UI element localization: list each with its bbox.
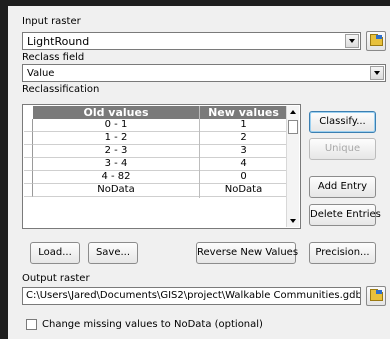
table-header: Old values New values: [33, 106, 287, 119]
row-selector[interactable]: [24, 158, 33, 171]
new-value-cell[interactable]: NoData: [200, 184, 287, 196]
old-value-cell[interactable]: 2 - 3: [33, 145, 199, 157]
missing-nodata-checkbox[interactable]: [26, 319, 37, 330]
classify-button[interactable]: Classify...: [309, 111, 376, 133]
output-raster-label: Output raster: [22, 273, 90, 284]
input-raster-label: Input raster: [22, 16, 81, 27]
reclassification-label: Reclassification: [22, 84, 100, 95]
table-row[interactable]: 2 - 3 3: [33, 145, 287, 158]
table-row[interactable]: 3 - 4 4: [33, 158, 287, 171]
column-header-old-values[interactable]: Old values: [33, 106, 199, 119]
row-selector[interactable]: [24, 145, 33, 158]
input-raster-browse-button[interactable]: [366, 31, 386, 51]
folder-open-icon: [370, 289, 383, 301]
unique-button[interactable]: Unique: [309, 138, 376, 160]
old-value-cell[interactable]: 1 - 2: [33, 132, 199, 144]
input-raster-value: LightRound: [27, 35, 90, 48]
old-value-cell[interactable]: 3 - 4: [33, 158, 199, 170]
row-selector[interactable]: [24, 184, 33, 197]
table-scrollbar[interactable]: [286, 106, 299, 227]
row-selector[interactable]: [24, 132, 33, 145]
output-raster-input[interactable]: C:\Users\Jared\Documents\GIS2\project\Wa…: [22, 287, 361, 305]
reclass-field-combobox[interactable]: Value: [22, 64, 386, 82]
output-raster-browse-button[interactable]: [366, 286, 386, 306]
column-header-new-values[interactable]: New values: [200, 106, 287, 119]
reverse-new-values-button[interactable]: Reverse New Values: [196, 242, 298, 264]
load-button[interactable]: Load...: [30, 242, 80, 264]
new-value-cell[interactable]: 4: [200, 158, 287, 170]
table-row[interactable]: NoData NoData: [33, 184, 287, 197]
row-selector[interactable]: [24, 171, 33, 184]
new-value-cell[interactable]: 2: [200, 132, 287, 144]
scroll-up-icon[interactable]: [290, 110, 296, 114]
window-frame-left: [0, 0, 8, 339]
old-value-cell[interactable]: 4 - 82: [33, 171, 199, 183]
new-value-cell[interactable]: 3: [200, 145, 287, 157]
folder-open-icon: [370, 34, 383, 46]
old-value-cell[interactable]: NoData: [33, 184, 199, 196]
chevron-down-icon[interactable]: [345, 34, 359, 48]
new-value-cell[interactable]: 1: [200, 119, 287, 131]
save-button[interactable]: Save...: [88, 242, 138, 264]
reclassification-table[interactable]: Old values New values 0 - 1 1 1 - 2 2 2 …: [22, 104, 301, 229]
precision-button[interactable]: Precision...: [309, 242, 376, 264]
old-value-cell[interactable]: 0 - 1: [33, 119, 199, 131]
reclass-field-value: Value: [27, 68, 55, 79]
add-entry-button[interactable]: Add Entry: [309, 176, 376, 198]
table-row[interactable]: 0 - 1 1: [33, 119, 287, 132]
table-row[interactable]: 4 - 82 0: [33, 171, 287, 184]
chevron-down-icon[interactable]: [370, 66, 384, 80]
input-raster-combobox[interactable]: LightRound: [22, 32, 361, 50]
scrollbar-thumb[interactable]: [288, 120, 298, 134]
scroll-down-icon[interactable]: [290, 219, 296, 223]
delete-entries-button[interactable]: Delete Entries: [309, 204, 381, 226]
window-frame-top: [0, 0, 390, 6]
table-row[interactable]: 1 - 2 2: [33, 132, 287, 145]
new-value-cell[interactable]: 0: [200, 171, 287, 183]
row-selector[interactable]: [24, 119, 33, 132]
column-divider: [199, 106, 200, 198]
missing-nodata-label[interactable]: Change missing values to NoData (optiona…: [42, 319, 263, 331]
reclass-field-label: Reclass field: [22, 52, 85, 63]
